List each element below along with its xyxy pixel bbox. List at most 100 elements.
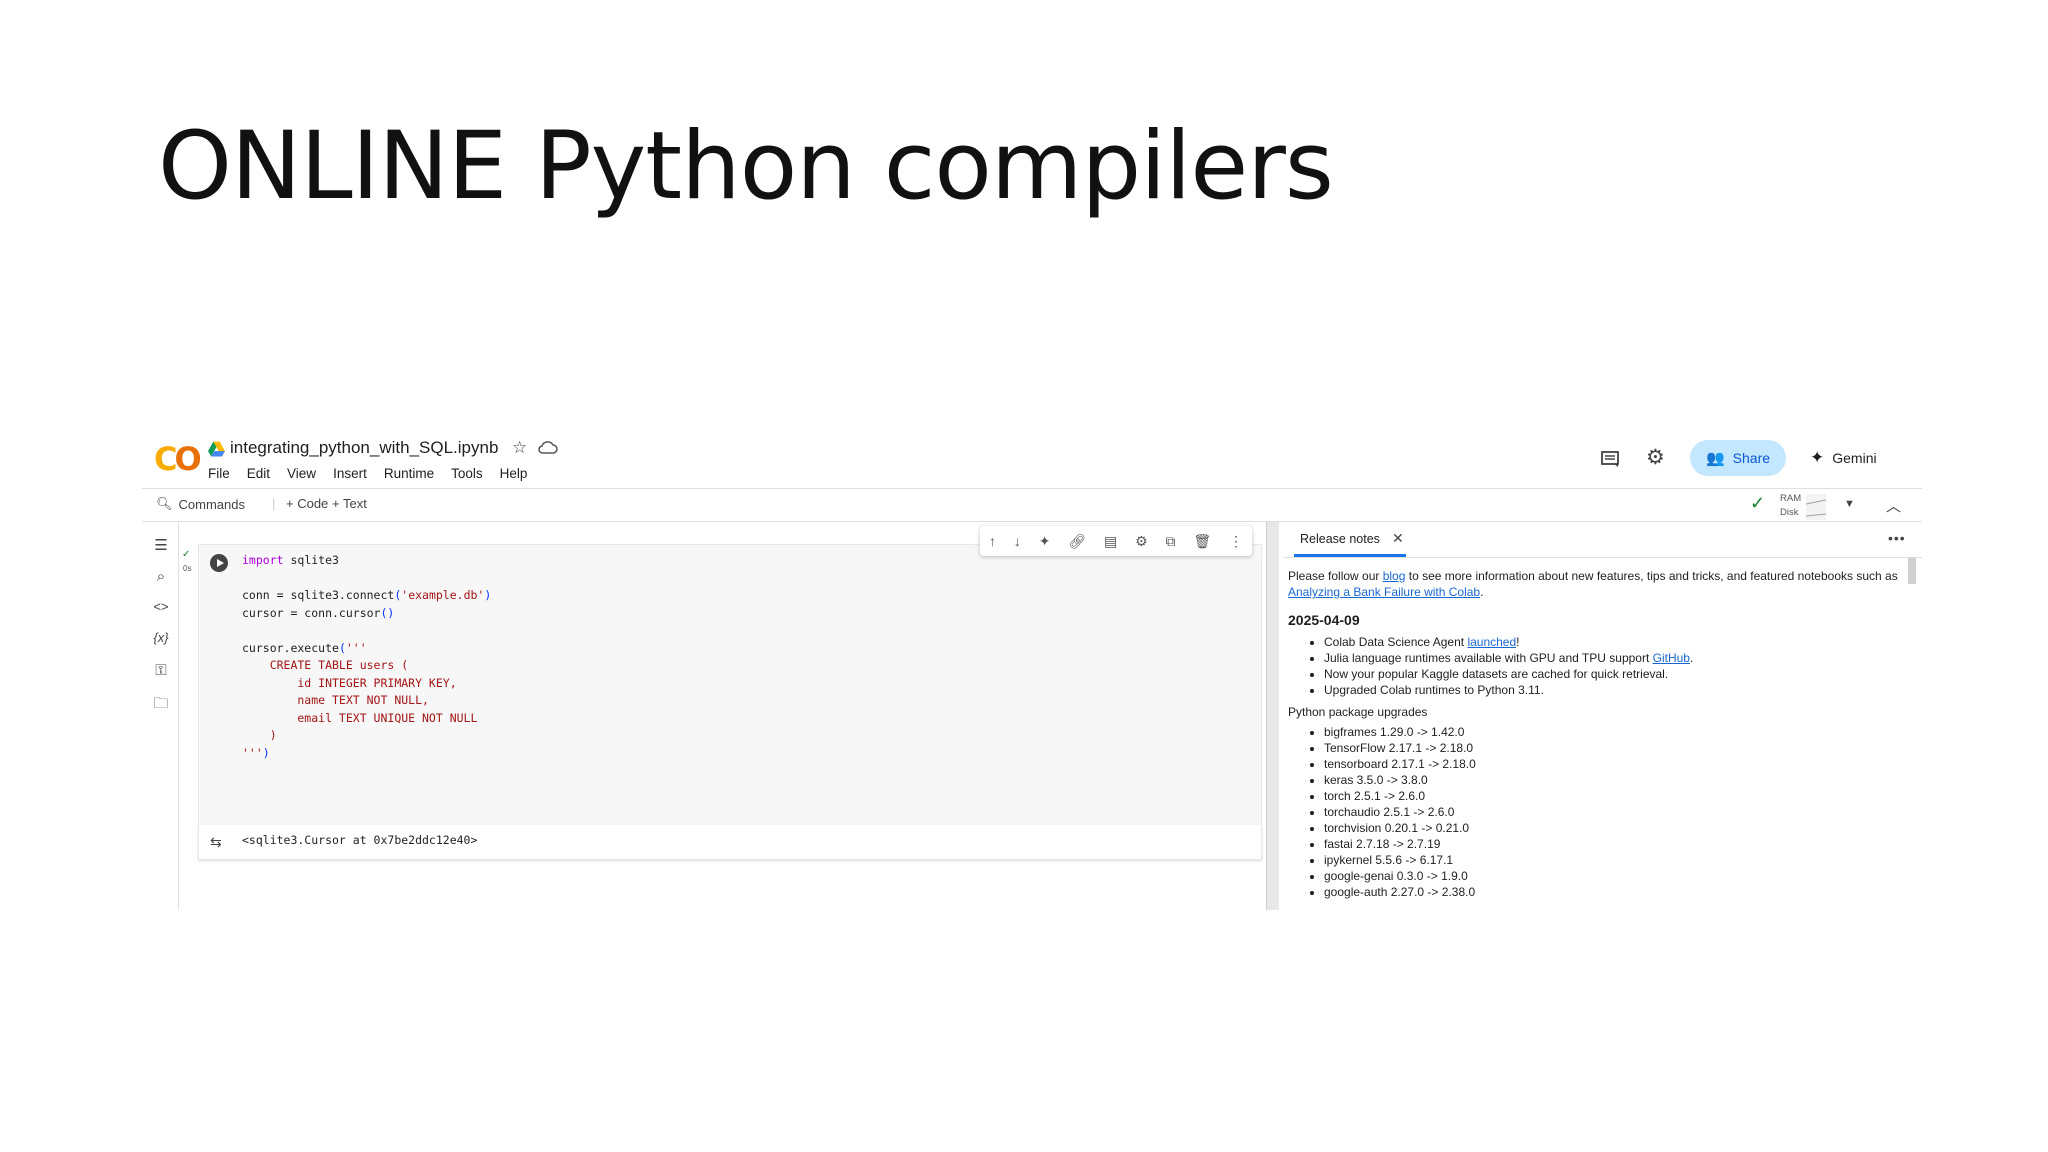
comments-icon[interactable]	[1600, 450, 1620, 468]
variables-icon[interactable]: {x}	[152, 630, 170, 648]
add-code-button[interactable]: + Code	[286, 496, 328, 511]
code-token: ()	[380, 605, 395, 620]
menu-view[interactable]: View	[287, 466, 316, 481]
key-icon[interactable]: ⚿	[152, 662, 170, 680]
intro-part: Please follow our	[1288, 569, 1383, 583]
list-item: bigframes 1.29.0 -> 1.42.0	[1324, 724, 1898, 740]
code-line: email TEXT UNIQUE NOT NULL	[242, 710, 478, 725]
item-text: Julia language runtimes available with G…	[1324, 651, 1653, 665]
github-link[interactable]: GitHub	[1653, 651, 1690, 665]
package-heading: Python package upgrades	[1288, 705, 1428, 719]
code-token: (	[338, 640, 346, 655]
delete-icon[interactable]: 🗑︎	[1193, 533, 1211, 550]
mirror-cell-icon[interactable]: ⧉	[1166, 533, 1176, 550]
menu-insert[interactable]: Insert	[333, 466, 367, 481]
ram-label: RAM	[1780, 493, 1802, 504]
more-horiz-icon[interactable]: •••	[1888, 530, 1906, 546]
code-line: )	[242, 728, 277, 742]
list-item: TensorFlow 2.17.1 -> 2.18.0	[1324, 740, 1898, 756]
run-cell-button[interactable]	[210, 554, 228, 572]
drive-icon	[208, 441, 225, 457]
code-token: )	[262, 745, 270, 760]
package-list: bigframes 1.29.0 -> 1.42.0 TensorFlow 2.…	[1288, 724, 1898, 900]
dropdown-icon[interactable]: ▼	[1844, 498, 1855, 510]
panel-splitter[interactable]	[1266, 522, 1279, 910]
code-line: import sqlite3	[242, 553, 339, 567]
output-text: <sqlite3.Cursor at 0x7be2ddc12e40>	[242, 833, 478, 847]
menu-help[interactable]: Help	[500, 466, 528, 481]
disk-label: Disk	[1780, 507, 1799, 518]
toolbar-divider: |	[272, 496, 276, 511]
gemini-label: Gemini	[1832, 450, 1877, 466]
code-line: name TEXT NOT NULL,	[242, 693, 429, 707]
table-of-contents-icon[interactable]: ☰	[152, 536, 170, 554]
code-editor[interactable]: import sqlite3 conn = sqlite3.connect('e…	[242, 552, 491, 762]
code-line: conn = sqlite3.connect('example.db')	[242, 588, 492, 602]
intro-part: .	[1480, 585, 1484, 599]
connected-check-icon: ✓	[1750, 493, 1766, 513]
cloud-icon[interactable]	[538, 440, 558, 454]
item-text: .	[1689, 651, 1694, 665]
menu-tools[interactable]: Tools	[451, 466, 483, 481]
list-item: Colab Data Science Agent launched!	[1324, 634, 1898, 650]
colab-logo[interactable]: CO	[154, 440, 202, 478]
code-line: ''')	[242, 746, 270, 760]
item-text: !	[1516, 635, 1520, 649]
collapse-icon[interactable]: ︿	[1886, 495, 1901, 516]
blog-link[interactable]: blog	[1383, 569, 1406, 583]
list-item: google-auth 2.27.0 -> 2.38.0	[1324, 884, 1898, 900]
bank-failure-link[interactable]: Analyzing a Bank Failure with Colab	[1288, 585, 1480, 599]
close-icon[interactable]: ✕	[1392, 530, 1404, 547]
move-down-icon[interactable]: ↓	[1014, 533, 1021, 549]
folder-icon[interactable]: 🗀	[152, 693, 170, 712]
slide-title: ONLINE Python compilers	[158, 112, 1334, 221]
more-vert-icon[interactable]: ⋮	[1229, 533, 1243, 550]
menu-edit[interactable]: Edit	[247, 466, 270, 481]
intro-part: to see more information about new featur…	[1405, 569, 1898, 583]
scrollbar[interactable]	[1908, 558, 1916, 584]
notebook-title[interactable]: integrating_python_with_SQL.ipynb	[230, 438, 498, 458]
commands-button[interactable]: 🔍︎ Commands	[156, 496, 245, 512]
resource-graph-icon	[1806, 494, 1826, 520]
code-snippets-icon[interactable]: <>	[152, 599, 170, 617]
list-item: google-genai 0.3.0 -> 1.9.0	[1324, 868, 1898, 884]
tab-release-notes[interactable]: Release notes	[1300, 532, 1380, 546]
list-item: Upgraded Colab runtimes to Python 3.11.	[1324, 682, 1898, 698]
share-label: Share	[1732, 450, 1771, 466]
left-rail: ☰ ⌕ <> {x} ⚿ 🗀	[142, 522, 179, 910]
release-items: Colab Data Science Agent launched! Julia…	[1288, 634, 1898, 698]
settings-icon[interactable]: ⚙	[1135, 533, 1148, 550]
header-divider	[142, 488, 1922, 489]
list-item: torch 2.5.1 -> 2.6.0	[1324, 788, 1898, 804]
ram-disk-indicator[interactable]: RAM Disk	[1780, 492, 1801, 520]
list-item: Julia language runtimes available with G…	[1324, 650, 1898, 666]
list-item: Now your popular Kaggle datasets are cac…	[1324, 666, 1898, 682]
list-item: torchvision 0.20.1 -> 0.21.0	[1324, 820, 1898, 836]
sparkle-icon[interactable]: ✦	[1039, 533, 1051, 550]
gear-icon[interactable]: ⚙	[1646, 445, 1665, 470]
list-item: tensorboard 2.17.1 -> 2.18.0	[1324, 756, 1898, 772]
find-icon[interactable]: ⌕	[152, 568, 170, 586]
comment-icon[interactable]: ▤	[1104, 533, 1117, 550]
list-item: fastai 2.7.18 -> 2.7.19	[1324, 836, 1898, 852]
add-text-button[interactable]: + Text	[332, 496, 367, 511]
menu-runtime[interactable]: Runtime	[384, 466, 434, 481]
code-token: 'example.db'	[401, 588, 485, 602]
move-up-icon[interactable]: ↑	[989, 533, 996, 549]
menu-file[interactable]: File	[208, 466, 230, 481]
menu-bar: File Edit View Insert Runtime Tools Help	[208, 466, 527, 481]
colab-screenshot: CO integrating_python_with_SQL.ipynb ☆ F…	[142, 432, 1922, 910]
code-token: )	[484, 588, 492, 602]
code-token: '''	[242, 745, 263, 760]
output-actions-icon[interactable]: ⇆	[210, 834, 222, 851]
share-button[interactable]: 👥 Share	[1690, 440, 1786, 476]
list-item: keras 3.5.0 -> 3.8.0	[1324, 772, 1898, 788]
code-token: import	[242, 553, 284, 567]
star-icon[interactable]: ☆	[512, 438, 527, 458]
toolbar-divider-line	[142, 521, 1922, 522]
code-token: '''	[345, 640, 367, 655]
gemini-button[interactable]: ✦ Gemini	[1810, 448, 1877, 468]
list-item: torchaudio 2.5.1 -> 2.6.0	[1324, 804, 1898, 820]
link-icon[interactable]: 🔗︎	[1068, 533, 1086, 550]
launched-link[interactable]: launched	[1467, 635, 1516, 649]
